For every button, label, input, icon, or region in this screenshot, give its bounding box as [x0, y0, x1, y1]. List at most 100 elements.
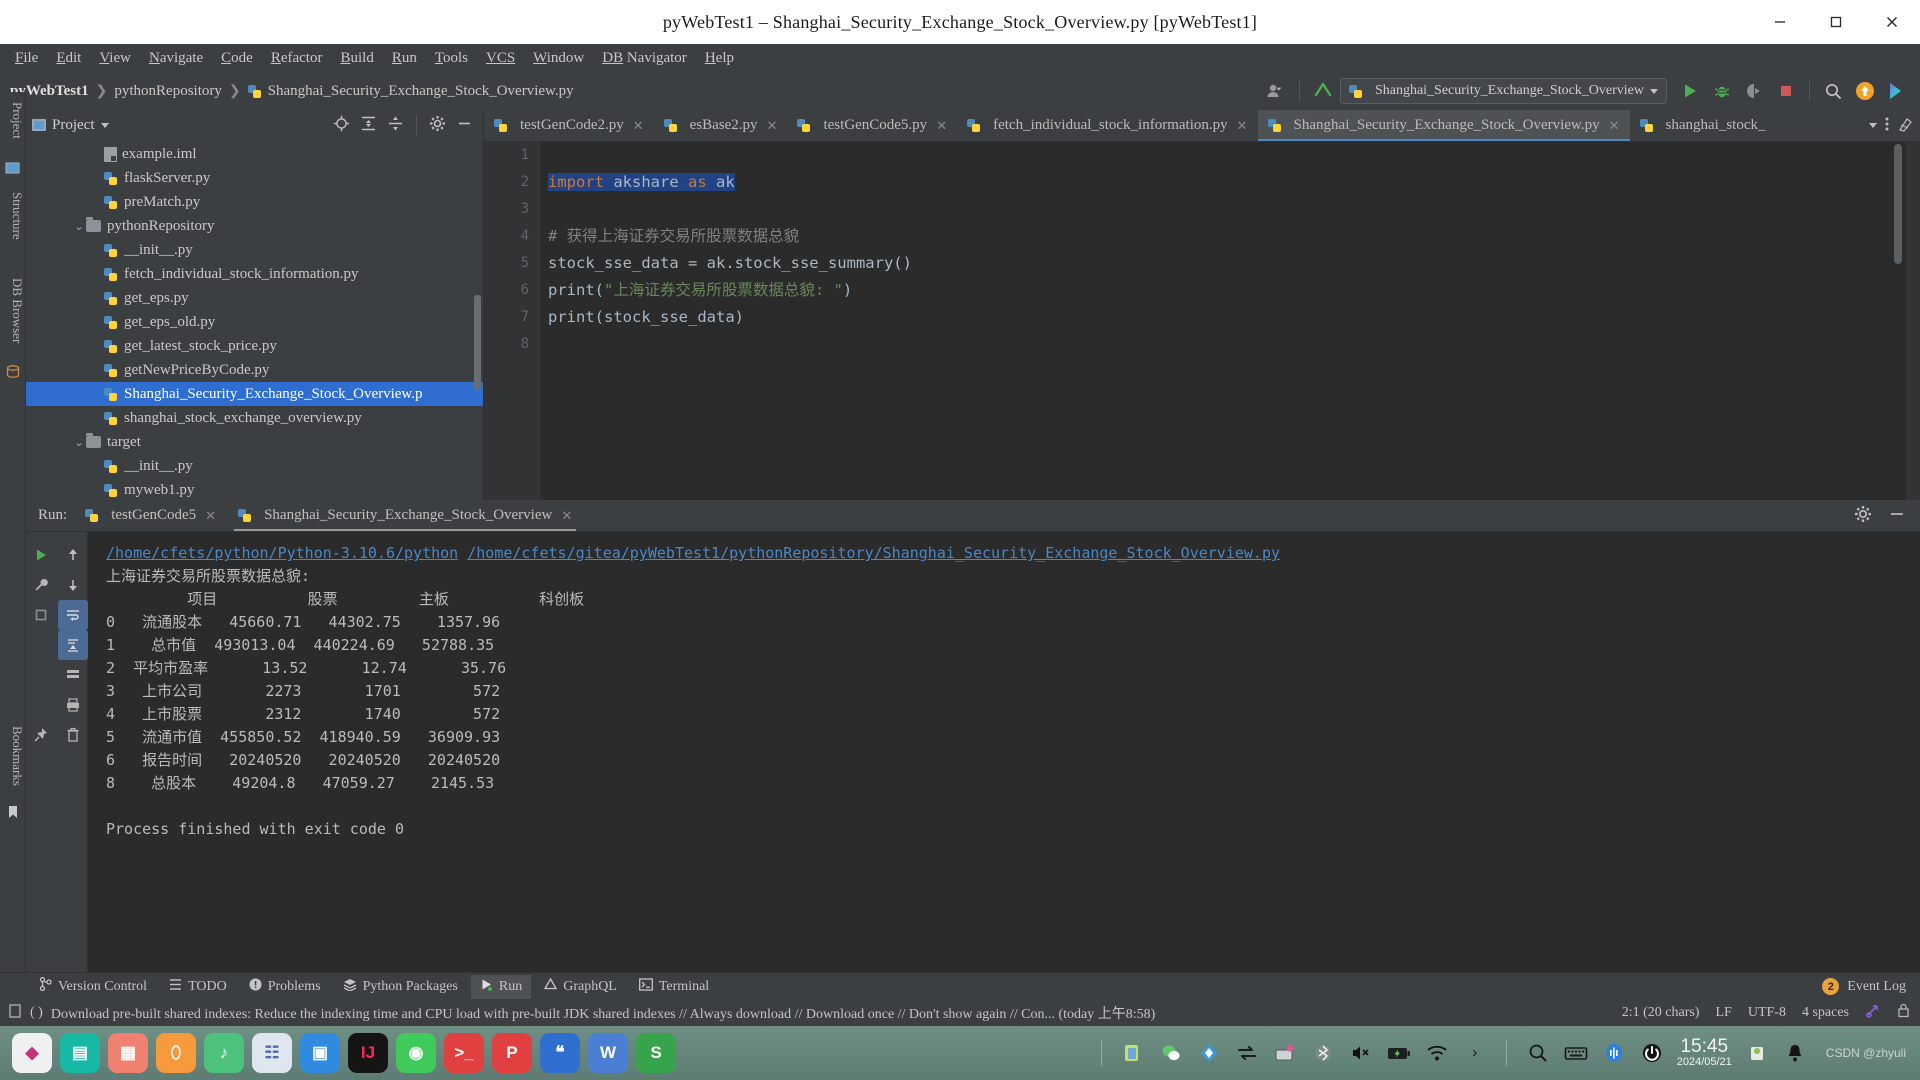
file-encoding[interactable]: UTF-8 [1748, 1005, 1786, 1021]
stop-icon[interactable] [26, 600, 56, 630]
breadcrumb-file[interactable]: Shanghai_Security_Exchange_Stock_Overvie… [268, 83, 574, 100]
run-tab-shanghai-overview[interactable]: Shanghai_Security_Exchange_Stock_Overvie… [234, 501, 577, 531]
soft-wrap-icon[interactable] [57, 600, 88, 630]
script-path[interactable]: /home/cfets/gitea/pyWebTest1/pythonRepos… [467, 544, 1280, 562]
app-store-icon[interactable]: ⬯ [156, 1033, 196, 1073]
close-icon[interactable]: ✕ [1237, 118, 1248, 134]
db-browser-icon[interactable] [5, 364, 21, 380]
trash-icon[interactable] [58, 720, 88, 750]
bottom-tab-run[interactable]: Run [470, 974, 532, 999]
calculator-icon[interactable]: ▦ [108, 1033, 148, 1073]
tree-item[interactable]: get_eps_old.py [26, 310, 483, 334]
expand-all-icon[interactable] [360, 115, 377, 135]
bottom-tab-terminal[interactable]: Terminal [630, 975, 718, 999]
tree-item[interactable]: ⌄ pythonRepository [26, 214, 483, 238]
editor-tab[interactable]: shanghai_stock_ [1630, 110, 1776, 141]
debug-icon[interactable] [1707, 76, 1737, 106]
input-method-icon[interactable] [1272, 1040, 1298, 1066]
scroll-to-end-icon[interactable] [57, 630, 88, 660]
tab-more-options-icon[interactable] [1885, 116, 1889, 135]
document-icon[interactable]: ❝ [540, 1033, 580, 1073]
tree-item[interactable]: shanghai_stock_exchange_overview.py [26, 406, 483, 430]
close-button[interactable] [1864, 0, 1920, 44]
menu-file[interactable]: File [6, 48, 47, 69]
tree-item[interactable]: __init__.py [26, 454, 483, 478]
close-icon[interactable]: ✕ [1609, 118, 1620, 134]
expand-tray-icon[interactable]: › [1462, 1040, 1488, 1066]
notifications-icon[interactable] [1782, 1040, 1808, 1066]
minimize-button[interactable] [1752, 0, 1808, 44]
indent-setting[interactable]: 4 spaces [1802, 1005, 1849, 1021]
hide-panel-icon[interactable] [456, 115, 473, 135]
terminal-icon[interactable]: >_ [444, 1033, 484, 1073]
tool-window-bookmarks[interactable]: Bookmarks [0, 722, 25, 790]
notification-icon[interactable] [8, 1003, 22, 1023]
wifi-icon[interactable] [1424, 1040, 1450, 1066]
taskbar-clock[interactable]: 15:45 2024/05/21 [1677, 1037, 1732, 1068]
editor-scrollbar[interactable] [1894, 144, 1902, 264]
menu-refactor[interactable]: Refactor [262, 48, 332, 69]
menu-help[interactable]: Help [696, 48, 743, 69]
wps-sheet-icon[interactable]: S [636, 1033, 676, 1073]
vcs-update-icon[interactable] [1308, 76, 1338, 106]
close-icon[interactable]: ✕ [767, 118, 778, 134]
maximize-button[interactable] [1808, 0, 1864, 44]
status-message[interactable]: Download pre-built shared indexes: Reduc… [51, 1003, 1155, 1023]
run-configuration-selector[interactable]: Shanghai_Security_Exchange_Stock_Overvie… [1339, 78, 1667, 104]
sound-visualizer-icon[interactable] [1601, 1040, 1627, 1066]
tree-item[interactable]: myweb1.py [26, 478, 483, 500]
code-editor[interactable]: 1 2 3 4 5 6 7 8 import akshare as ak # 获… [484, 142, 1920, 500]
tool-window-project[interactable]: Project [0, 98, 25, 143]
run-icon[interactable] [1675, 76, 1705, 106]
bottom-tab-problems[interactable]: Problems [240, 975, 330, 999]
gear-icon[interactable] [429, 115, 446, 135]
contacts-icon[interactable]: ☷ [252, 1033, 292, 1073]
editor-tab[interactable]: esBase2.py ✕ [654, 110, 788, 141]
keyboard-icon[interactable] [1563, 1040, 1589, 1066]
wechat-icon[interactable]: ◉ [396, 1033, 436, 1073]
volume-muted-icon[interactable] [1348, 1040, 1374, 1066]
hide-panel-icon[interactable] [1888, 505, 1906, 526]
caret-position[interactable]: 2:1 (20 chars) [1622, 1005, 1700, 1021]
editor-tab[interactable]: Shanghai_Security_Exchange_Stock_Overvie… [1257, 110, 1630, 141]
menu-edit[interactable]: Edit [47, 48, 90, 69]
tree-item[interactable]: ⌄ target [26, 430, 483, 454]
chevron-down-icon[interactable]: ⌄ [72, 436, 86, 449]
close-icon[interactable]: ✕ [561, 508, 572, 524]
clear-all-icon[interactable] [58, 660, 88, 690]
bookmarks-icon[interactable] [5, 804, 21, 820]
bottom-tab-version-control[interactable]: Version Control [30, 974, 156, 999]
tool-window-structure[interactable]: Structure [0, 188, 25, 244]
menu-view[interactable]: View [90, 48, 140, 69]
stop-icon[interactable] [1771, 76, 1801, 106]
bottom-tab-todo[interactable]: TODO [160, 975, 236, 999]
recycle-bin-icon[interactable] [1744, 1040, 1770, 1066]
user-account-icon[interactable] [1261, 76, 1291, 106]
tool-window-db-browser[interactable]: DB Browser [0, 274, 25, 347]
menu-run[interactable]: Run [383, 48, 426, 69]
bottom-tab-event-log[interactable]: Event Log [1847, 979, 1906, 995]
battery-charging-icon[interactable] [1386, 1040, 1412, 1066]
run-console-output[interactable]: /home/cfets/python/Python-3.10.6/python … [88, 532, 1920, 972]
chevron-down-icon[interactable]: ⌄ [72, 220, 86, 233]
tree-item[interactable]: getNewPriceByCode.py [26, 358, 483, 382]
tree-item[interactable]: get_eps.py [26, 286, 483, 310]
pycharm-icon[interactable]: P [492, 1033, 532, 1073]
tab-list-chevron-down-icon[interactable] [1869, 123, 1877, 128]
python-console-icon[interactable] [1865, 1003, 1881, 1024]
close-icon[interactable]: ✕ [936, 118, 947, 134]
wechat-tray-icon[interactable] [1158, 1040, 1184, 1066]
menu-code[interactable]: Code [212, 48, 262, 69]
screenshot-icon[interactable] [1120, 1040, 1146, 1066]
search-icon[interactable] [1818, 76, 1848, 106]
app-launcher-icon[interactable]: ◆ [12, 1033, 52, 1073]
editor-gutter[interactable]: 1 2 3 4 5 6 7 8 [484, 142, 540, 500]
intellij-idea-icon[interactable]: IJ [348, 1033, 388, 1073]
tree-item[interactable]: fetch_individual_stock_information.py [26, 262, 483, 286]
datagrip-icon[interactable] [1882, 76, 1912, 106]
python-interpreter-path[interactable]: /home/cfets/python/Python-3.10.6/python [106, 544, 458, 562]
menu-navigate[interactable]: Navigate [140, 48, 212, 69]
line-separator[interactable]: LF [1715, 1005, 1731, 1021]
locate-icon[interactable] [333, 115, 350, 135]
tree-item[interactable]: __init__.py [26, 238, 483, 262]
